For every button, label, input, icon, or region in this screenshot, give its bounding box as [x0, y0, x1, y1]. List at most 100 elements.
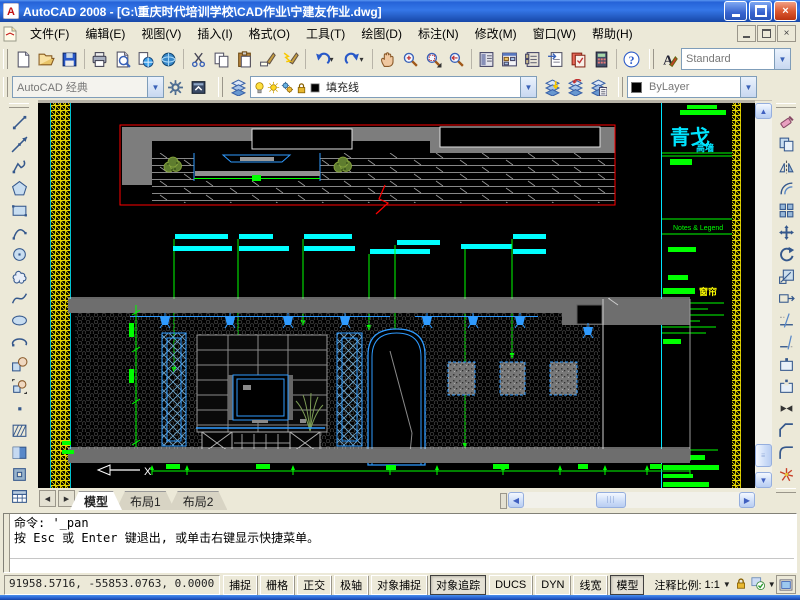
toolbar-button-text-style[interactable]: A [658, 48, 681, 71]
command-input-area[interactable]: 命令: '_pan按 Esc 或 Enter 键退出, 或单击右键显示快捷菜单。 [3, 513, 797, 573]
toolbar-button-help[interactable]: ? [620, 48, 643, 71]
color-swatch-icon[interactable] [309, 81, 322, 94]
drawing-canvas[interactable]: 青戈高墙Notes & Legend窗帘X [38, 100, 755, 488]
restore-button[interactable] [749, 1, 772, 21]
doc-close-button[interactable]: × [777, 25, 796, 42]
status-toggle-线宽[interactable]: 线宽 [573, 575, 607, 595]
toolbar-button-plot[interactable] [88, 48, 111, 71]
menu-窗口W[interactable]: 窗口(W) [525, 22, 584, 45]
color-combo[interactable]: ByLayer ▼ [627, 76, 757, 98]
toolbar-button-quickcalc[interactable] [590, 48, 613, 71]
menu-插入I[interactable]: 插入(I) [189, 22, 240, 45]
toolbar-button-layer-properties-manager[interactable] [227, 76, 250, 99]
toolbar-button-array[interactable] [774, 199, 798, 221]
status-toggle-对象捕捉[interactable]: 对象捕捉 [371, 575, 427, 595]
lock-icon[interactable] [295, 81, 308, 94]
status-toggle-正交[interactable]: 正交 [297, 575, 331, 595]
toolbar-button-insert-block[interactable] [7, 353, 31, 375]
toolbar-button-extend[interactable] [774, 331, 798, 353]
status-toggle-DUCS[interactable]: DUCS [489, 575, 532, 595]
menu-文件F[interactable]: 文件(F) [22, 22, 77, 45]
workspace-combo[interactable]: AutoCAD 经典 ▼ [12, 76, 164, 98]
tab-scroll-splitter[interactable] [500, 493, 507, 509]
chevron-down-icon[interactable]: ▼ [774, 49, 790, 69]
toolbar-button-revision-cloud[interactable] [7, 265, 31, 287]
toolbar-grip[interactable] [218, 77, 223, 97]
layer-combo[interactable]: 填充线 ▼ [250, 76, 537, 98]
toolbar-button-rectangle[interactable] [7, 199, 31, 221]
toolbar-button-plot-preview[interactable] [111, 48, 134, 71]
toolbar-button-break[interactable] [774, 375, 798, 397]
status-toggle-模型[interactable]: 模型 [610, 575, 644, 595]
toolbar-button-markup-set-manager[interactable] [567, 48, 590, 71]
toolbar-button-publish[interactable] [134, 48, 157, 71]
toolbar-button-3d-dwf[interactable] [157, 48, 180, 71]
toolbar-button-save[interactable] [58, 48, 81, 71]
toolbar-button-workspace-settings[interactable] [164, 76, 187, 99]
toolbar-button-scale[interactable] [774, 265, 798, 287]
toolbar-button-hatch[interactable] [7, 419, 31, 441]
toolbar-grip[interactable] [776, 488, 796, 493]
toolbar-button-cut[interactable] [187, 48, 210, 71]
tab-nav-prev-icon[interactable]: ◀ [39, 490, 56, 507]
scroll-down-button[interactable]: ▼ [755, 472, 772, 488]
chevron-down-icon[interactable]: ▼ [723, 580, 731, 589]
toolbar-button-block-editor[interactable] [279, 48, 302, 71]
menu-帮助H[interactable]: 帮助(H) [584, 22, 641, 45]
toolbar-button-layer-previous[interactable] [564, 76, 587, 99]
annotation-lock-icon[interactable] [734, 576, 748, 593]
toolbar-button-construction-line[interactable] [7, 133, 31, 155]
toolbar-button-ellipse-arc[interactable] [7, 331, 31, 353]
clean-screen-button[interactable] [776, 575, 796, 594]
toolbar-button-fillet[interactable] [774, 441, 798, 463]
toolbar-button-layer-make-current[interactable] [541, 76, 564, 99]
toolbar-button-designcenter[interactable] [498, 48, 521, 71]
toolbar-button-zoom-previous[interactable] [445, 48, 468, 71]
toolbar-button-open[interactable] [35, 48, 58, 71]
toolbar-button-my-workspace[interactable] [187, 76, 210, 99]
toolbar-button-move[interactable] [774, 221, 798, 243]
toolbar-button-offset[interactable] [774, 177, 798, 199]
toolbar-grip[interactable] [9, 103, 29, 108]
toolbar-button-point[interactable] [7, 397, 31, 419]
menu-工具T[interactable]: 工具(T) [298, 22, 353, 45]
toolbar-grip[interactable] [776, 103, 796, 108]
text-style-combo[interactable]: Standard ▼ [681, 48, 791, 70]
close-button[interactable]: × [774, 1, 797, 21]
doc-restore-button[interactable] [757, 25, 776, 42]
toolbar-button-gradient[interactable] [7, 441, 31, 463]
toolbar-button-tool-palettes[interactable] [521, 48, 544, 71]
toolbar-button-copy[interactable] [210, 48, 233, 71]
toolbar-button-break-at-point[interactable] [774, 353, 798, 375]
toolbar-button-polyline[interactable] [7, 155, 31, 177]
tab-nav-next-icon[interactable]: ▶ [58, 490, 75, 507]
toolbar-button-arc[interactable] [7, 221, 31, 243]
menu-标注N[interactable]: 标注(N) [410, 22, 467, 45]
toolbar-button-explode[interactable] [774, 463, 798, 485]
toolbar-button-layer-states[interactable] [587, 76, 610, 99]
bulb-icon[interactable] [253, 81, 266, 94]
horizontal-scrollbar[interactable]: ◀ ||| ▶ [508, 492, 755, 508]
toolbar-button-redo[interactable]: ▾ [339, 48, 369, 71]
toolbar-button-circle[interactable] [7, 243, 31, 265]
sun-icon[interactable] [267, 81, 280, 94]
toolbar-button-ellipse[interactable] [7, 309, 31, 331]
status-toggle-栅格[interactable]: 栅格 [260, 575, 294, 595]
vertical-scrollbar[interactable]: ▲ ≡ ▼ [755, 103, 772, 488]
vertical-scroll-thumb[interactable]: ≡ [755, 444, 772, 467]
chevron-down-icon[interactable]: ▼ [147, 77, 163, 97]
toolbar-grip[interactable] [649, 49, 654, 69]
chevron-down-icon[interactable]: ▼ [520, 77, 536, 97]
toolbar-button-erase[interactable] [774, 111, 798, 133]
toolbar-button-properties[interactable] [475, 48, 498, 71]
toolbar-button-rotate[interactable] [774, 243, 798, 265]
toolbar-button-sheet-set-manager[interactable] [544, 48, 567, 71]
tab-布局1[interactable]: 布局1 [116, 491, 175, 510]
toolbar-button-trim[interactable] [774, 309, 798, 331]
toolbar-button-mirror[interactable] [774, 155, 798, 177]
toolbar-button-match-properties[interactable] [256, 48, 279, 71]
toolbar-button-polygon[interactable] [7, 177, 31, 199]
chevron-down-icon[interactable]: ▾ [359, 55, 363, 64]
status-toggle-捕捉[interactable]: 捕捉 [223, 575, 257, 595]
toolbar-button-stretch[interactable] [774, 287, 798, 309]
